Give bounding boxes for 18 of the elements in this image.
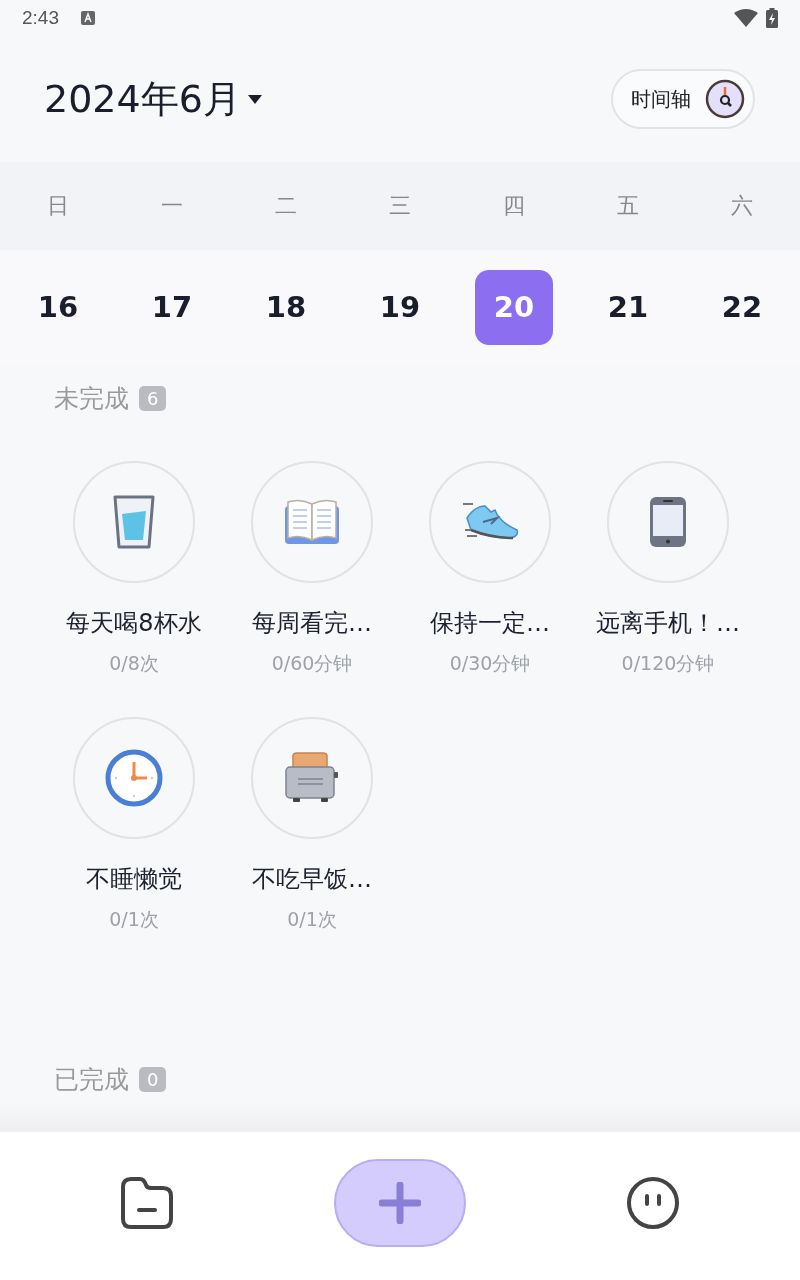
- count-badge: 0: [139, 1067, 167, 1092]
- section-title: 未完成: [54, 383, 129, 415]
- weekday-label: 二: [274, 192, 298, 220]
- section-title: 已完成: [54, 1064, 129, 1096]
- weekday-label: 一: [160, 192, 184, 220]
- weekday-label: 五: [616, 192, 640, 220]
- weekday-label: 日: [46, 192, 70, 220]
- status-time: 2:43: [22, 7, 59, 29]
- habit-name: 每周看完…: [252, 608, 372, 639]
- habit-name: 不睡懒觉: [86, 864, 182, 895]
- weekday-label: 六: [730, 192, 754, 220]
- count-badge: 6: [139, 386, 167, 411]
- weekday-label: 四: [502, 192, 526, 220]
- habit-name: 远离手机！…: [596, 608, 740, 639]
- habit-name: 每天喝8杯水: [66, 608, 202, 639]
- habit-name: 保持一定…: [430, 608, 550, 639]
- weekday-label: 三: [388, 192, 412, 220]
- habit-name: 不吃早饭…: [252, 864, 372, 895]
